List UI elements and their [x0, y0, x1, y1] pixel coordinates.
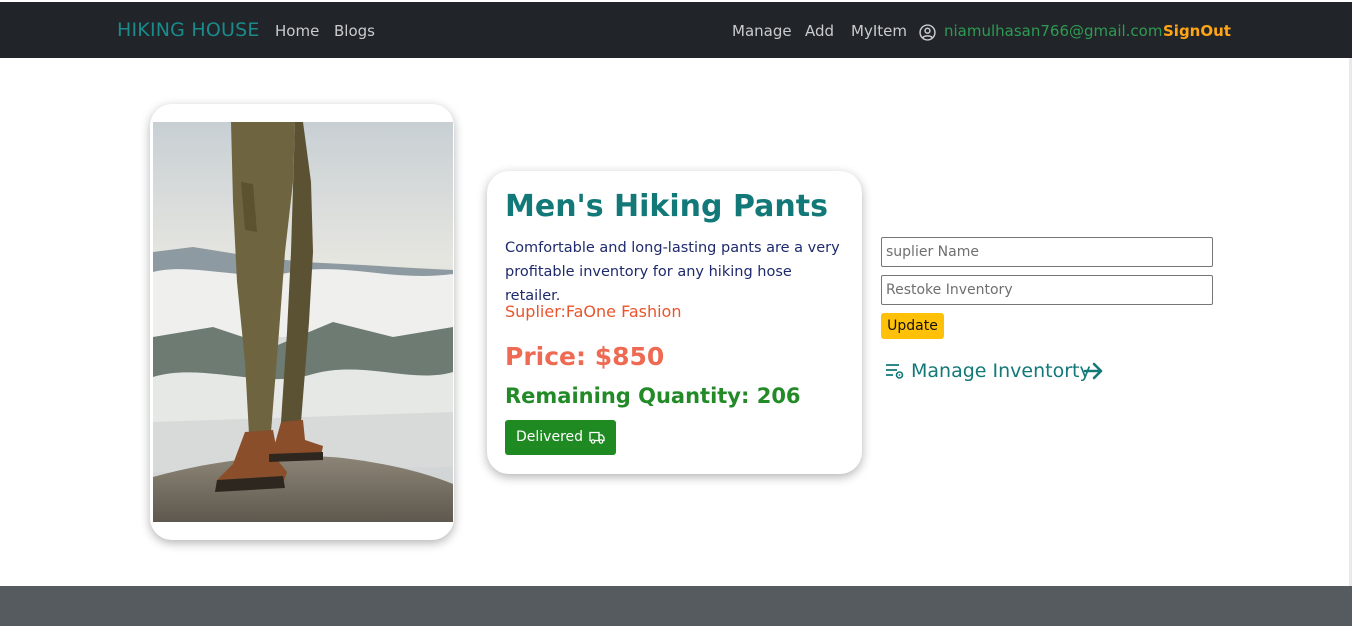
- brand-logo[interactable]: HIKING HOUSE: [117, 19, 260, 41]
- footer: [0, 586, 1352, 626]
- truck-icon: [589, 431, 605, 444]
- delivered-label: Delivered: [516, 429, 584, 445]
- restock-inventory-input[interactable]: [881, 275, 1213, 305]
- delivered-button[interactable]: Delivered: [505, 420, 616, 455]
- product-image: [153, 122, 453, 522]
- nav-myitem[interactable]: MyItem: [851, 22, 907, 40]
- arrow-right-icon: [1083, 362, 1103, 380]
- user-email: niamulhasan766@gmail.com: [944, 22, 1163, 40]
- product-description: Comfortable and long-lasting pants are a…: [505, 240, 840, 304]
- product-image-card: [150, 104, 454, 540]
- signout-button[interactable]: SignOut: [1163, 22, 1231, 40]
- list-settings-icon: [886, 364, 904, 379]
- product-quantity: Remaining Quantity: 206: [505, 384, 801, 408]
- user-circle-icon: [919, 24, 936, 41]
- product-details-card: Men's Hiking Pants Comfortable and long-…: [487, 171, 862, 474]
- navbar: HIKING HOUSE Home Blogs Manage Add MyIte…: [0, 2, 1352, 58]
- nav-add[interactable]: Add: [805, 22, 834, 40]
- product-title: Men's Hiking Pants: [505, 189, 828, 224]
- nav-blogs[interactable]: Blogs: [334, 22, 375, 40]
- manage-inventory-label: Manage Inventorty: [911, 360, 1091, 382]
- product-price: Price: $850: [505, 342, 665, 371]
- product-supplier: Suplier:FaOne Fashion: [505, 302, 682, 321]
- supplier-name-input[interactable]: [881, 237, 1213, 267]
- nav-manage[interactable]: Manage: [732, 22, 792, 40]
- nav-home[interactable]: Home: [275, 22, 319, 40]
- update-button[interactable]: Update: [881, 313, 944, 339]
